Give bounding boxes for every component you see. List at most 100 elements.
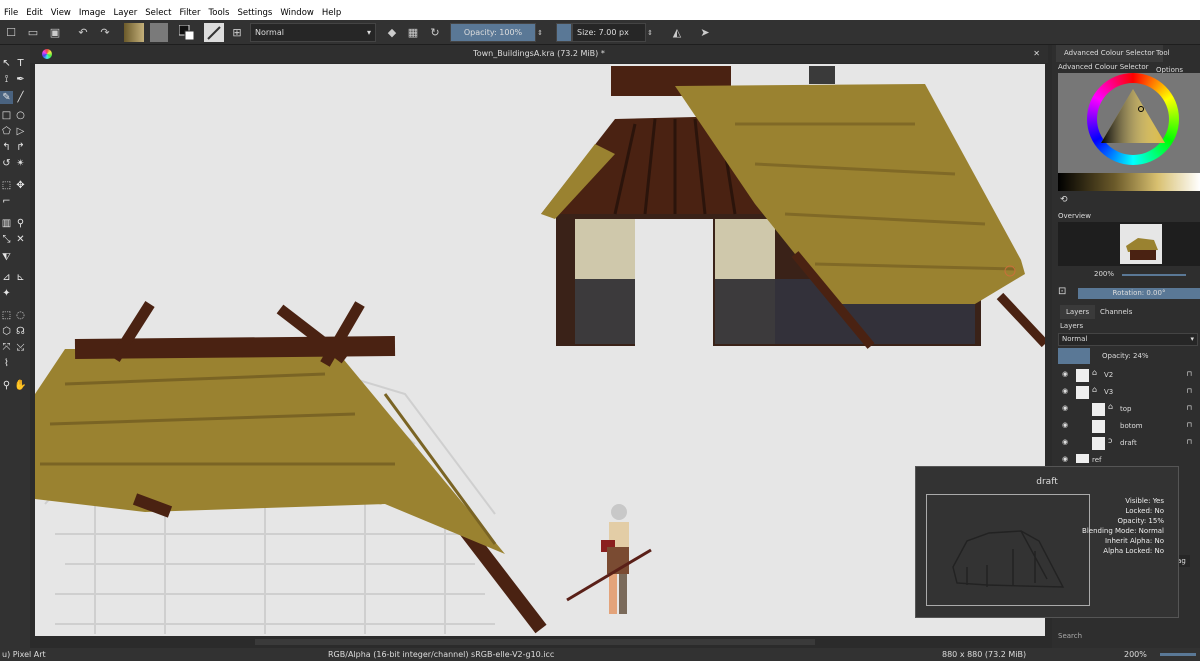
grid-icon[interactable]: ⊞ xyxy=(230,23,244,42)
visibility-eye-icon[interactable]: ◉ xyxy=(1062,370,1068,378)
visibility-eye-icon[interactable]: ◉ xyxy=(1062,421,1068,429)
reference-tool-icon[interactable]: ✦ xyxy=(0,287,13,300)
reload-preset-icon[interactable]: ↻ xyxy=(428,23,442,42)
bezier-select-icon[interactable]: ⌇ xyxy=(0,357,13,370)
overview-panel[interactable] xyxy=(1058,222,1200,266)
rotation-slider[interactable]: Rotation: 0.00° xyxy=(1078,288,1200,299)
freehand-select-icon[interactable]: ☊ xyxy=(14,325,27,338)
line-tool-icon[interactable]: ╱ xyxy=(14,91,27,104)
polyline-tool-icon[interactable]: ▷ xyxy=(14,125,27,138)
colorize-mask-icon[interactable]: ⤡ xyxy=(0,233,13,246)
list-item[interactable]: ◉ ⌂ V3 ⊓ xyxy=(1052,384,1200,401)
ellipse-tool-icon[interactable]: ○ xyxy=(14,109,27,122)
list-item[interactable]: ◉ ⌂ V2 ⊓ xyxy=(1052,367,1200,384)
size-spinner[interactable]: ⇕ xyxy=(646,23,654,42)
menu-file[interactable]: File xyxy=(0,8,22,18)
visibility-eye-icon[interactable]: ◉ xyxy=(1062,387,1068,395)
tab-advanced-colour-selector[interactable]: Advanced Colour Selector xyxy=(1056,45,1163,62)
eraser-icon[interactable]: ◆ xyxy=(384,23,400,42)
pattern-swatch[interactable] xyxy=(150,23,168,42)
assistant-tool-icon[interactable]: ⊿ xyxy=(0,271,13,284)
menu-settings[interactable]: Settings xyxy=(233,8,276,18)
lock-icon[interactable]: ⊓ xyxy=(1187,421,1192,429)
lock-icon[interactable]: ⊓ xyxy=(1187,438,1192,446)
redo-icon[interactable]: ↷ xyxy=(98,23,112,42)
menu-image[interactable]: Image xyxy=(75,8,110,18)
menu-edit[interactable]: Edit xyxy=(22,8,46,18)
colour-selector[interactable] xyxy=(1058,73,1200,173)
blend-mode-select[interactable]: Normal ▾ xyxy=(250,23,376,42)
text-tool-icon[interactable]: T xyxy=(14,57,27,70)
gradient-swatch[interactable] xyxy=(124,23,144,42)
preserve-alpha-icon[interactable]: ▦ xyxy=(406,23,420,42)
size-slider[interactable]: Size: 7.00 px xyxy=(572,23,646,42)
overview-thumbnail[interactable] xyxy=(1120,224,1162,264)
mirror-vertical-icon[interactable]: ➤ xyxy=(698,23,712,42)
rectangle-tool-icon[interactable]: □ xyxy=(0,109,13,122)
resource-search[interactable]: Search xyxy=(1058,631,1200,642)
close-tab-icon[interactable]: ✕ xyxy=(1033,45,1040,63)
mirror-horizontal-icon[interactable]: ◭ xyxy=(670,23,684,42)
list-item[interactable]: ◉ botom ⊓ xyxy=(1052,418,1200,435)
dynamic-brush-icon[interactable]: ↺ xyxy=(0,157,13,170)
open-document-icon[interactable]: ▭ xyxy=(26,23,40,42)
tab-tool-options[interactable]: Tool Options xyxy=(1150,45,1200,74)
document-tab[interactable]: Town_BuildingsA.kra (73.2 MiB) * ✕ xyxy=(30,45,1048,63)
visibility-eye-icon[interactable]: ◉ xyxy=(1062,455,1068,463)
freehand-brush-icon[interactable]: ✎ xyxy=(0,91,13,104)
list-item[interactable]: ◉ ↄ draft ⊓ xyxy=(1052,435,1200,452)
fg-bg-color-icon[interactable] xyxy=(178,23,196,42)
list-item[interactable]: ◉ ⌂ top ⊓ xyxy=(1052,401,1200,418)
lock-icon[interactable]: ⊓ xyxy=(1187,387,1192,395)
menu-help[interactable]: Help xyxy=(318,8,345,18)
measure-tool-icon[interactable]: ⊾ xyxy=(14,271,27,284)
visibility-eye-icon[interactable]: ◉ xyxy=(1062,404,1068,412)
scrollbar-thumb[interactable] xyxy=(255,639,815,645)
move-tool-icon[interactable]: ✥ xyxy=(14,179,27,192)
contiguous-select-icon[interactable]: ⤩ xyxy=(14,341,27,354)
color-picker-icon[interactable]: ⚲ xyxy=(14,217,27,230)
transform-tool-icon[interactable]: ⬚ xyxy=(0,179,13,192)
brush-preset-icon[interactable] xyxy=(204,23,224,42)
horizontal-scrollbar[interactable] xyxy=(35,636,1045,648)
polygon-select-icon[interactable]: ⬡ xyxy=(0,325,13,338)
ellipse-select-icon[interactable]: ◌ xyxy=(14,309,27,322)
zoom-tool-icon[interactable]: ⚲ xyxy=(0,379,13,392)
lock-icon[interactable]: ⊓ xyxy=(1187,404,1192,412)
menu-tools[interactable]: Tools xyxy=(205,8,234,18)
opacity-slider[interactable]: Opacity: 100% xyxy=(450,23,536,42)
new-document-icon[interactable]: ☐ xyxy=(4,23,18,42)
menu-filter[interactable]: Filter xyxy=(175,8,204,18)
tab-layers[interactable]: Layers xyxy=(1060,305,1096,319)
opacity-spinner[interactable]: ⇕ xyxy=(536,23,544,42)
fill-tool-icon[interactable]: ⧨ xyxy=(0,251,13,264)
multibrush-icon[interactable]: ✴ xyxy=(14,157,27,170)
drawing-canvas[interactable] xyxy=(35,64,1045,636)
zoom-slider[interactable] xyxy=(1160,653,1196,656)
pan-tool-icon[interactable]: ✋ xyxy=(14,379,27,392)
gradient-tool-icon[interactable]: ▥ xyxy=(0,217,13,230)
menu-layer[interactable]: Layer xyxy=(110,8,142,18)
smart-patch-icon[interactable]: ✕ xyxy=(14,233,27,246)
similar-select-icon[interactable]: ⤧ xyxy=(0,341,13,354)
menu-select[interactable]: Select xyxy=(141,8,175,18)
layer-blend-select[interactable]: Normal ▾ xyxy=(1058,333,1198,346)
save-icon[interactable]: ▣ xyxy=(48,23,62,42)
rect-select-icon[interactable]: ⬚ xyxy=(0,309,13,322)
zoom-level[interactable]: 200% xyxy=(1124,648,1147,661)
calligraphy-icon[interactable]: ✒ xyxy=(14,73,27,86)
menu-view[interactable]: View xyxy=(47,8,75,18)
tab-channels[interactable]: Channels xyxy=(1094,305,1138,319)
visibility-eye-icon[interactable]: ◉ xyxy=(1062,438,1068,446)
color-history-icon[interactable]: ⟲ xyxy=(1060,195,1068,205)
undo-icon[interactable]: ↶ xyxy=(76,23,90,42)
lock-icon[interactable]: ⊓ xyxy=(1187,370,1192,378)
list-item[interactable]: ◉ ref xyxy=(1052,452,1200,463)
freehand-path-icon[interactable]: ↱ xyxy=(14,141,27,154)
polygon-tool-icon[interactable]: ⬠ xyxy=(0,125,13,138)
shade-selector[interactable] xyxy=(1058,173,1200,191)
brush-preset-name[interactable]: u) Pixel Art xyxy=(2,648,46,661)
edit-shapes-icon[interactable]: ⟟ xyxy=(0,73,13,86)
menu-window[interactable]: Window xyxy=(276,8,318,18)
bezier-tool-icon[interactable]: ↰ xyxy=(0,141,13,154)
